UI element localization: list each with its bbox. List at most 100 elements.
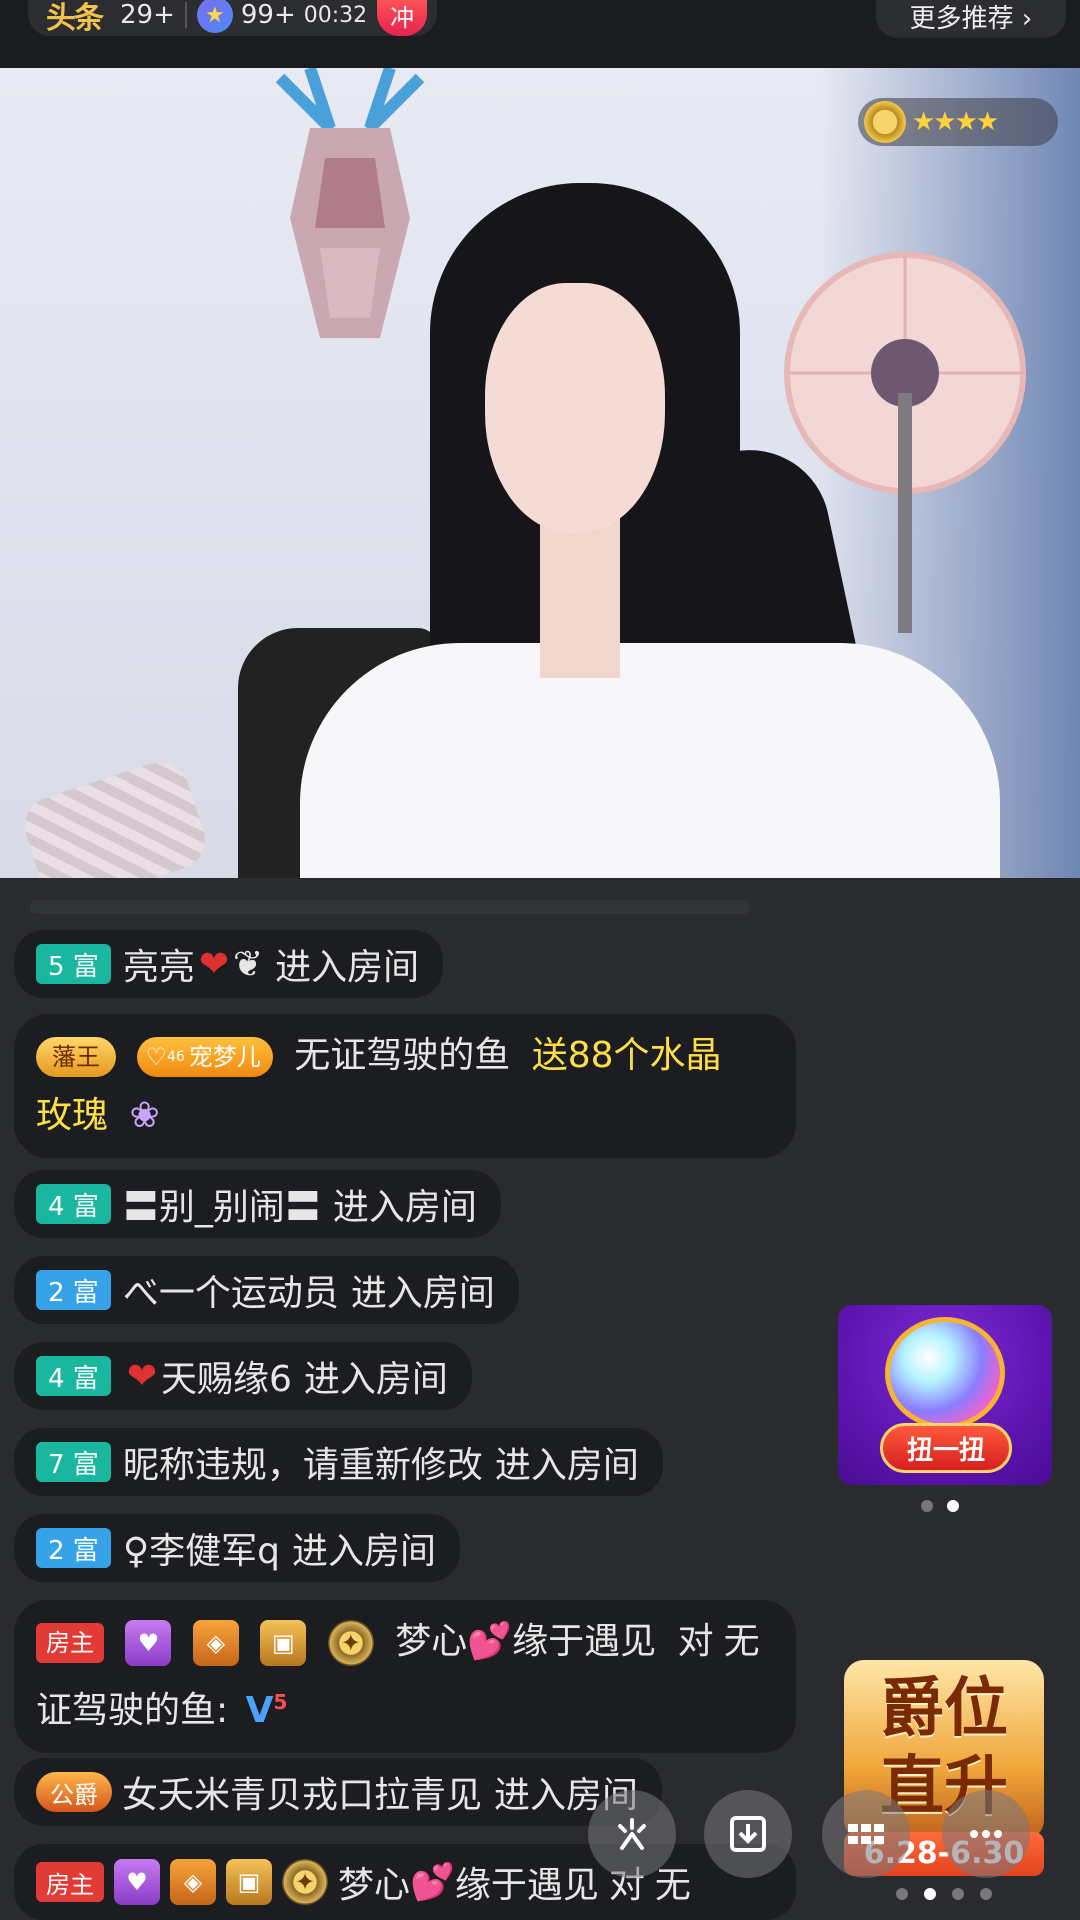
enter-room-text: 进入房间: [332, 1187, 477, 1228]
countdown-timer: 00:32: [303, 2, 368, 28]
medal-icon: [864, 101, 906, 143]
pager-dot-active[interactable]: [947, 1500, 959, 1512]
download-icon-glyph: [730, 1816, 766, 1852]
download-icon[interactable]: [704, 1790, 792, 1878]
fan-club-badge: ♡ 46 宠梦儿: [137, 1037, 273, 1077]
wealth-level-badge: 5 富: [36, 944, 111, 984]
grid-icon-glyph: [848, 1824, 884, 1844]
chat-message[interactable]: 4 富 ❤ 天赐缘6 进入房间: [14, 1342, 472, 1410]
enter-room-text: 进入房间: [292, 1531, 437, 1572]
chat-username[interactable]: 天赐缘6: [161, 1350, 292, 1402]
rank-widget-pager: [896, 1888, 992, 1900]
gashapon-ball-icon: [885, 1317, 1005, 1429]
more-icon-glyph: [970, 1830, 1002, 1838]
guardian-badge: ♥: [125, 1620, 172, 1666]
heart-icon: ❤: [126, 1355, 157, 1397]
widget-pager: [921, 1500, 959, 1512]
grid-icon[interactable]: [822, 1790, 910, 1878]
chat-fade-row: [30, 900, 750, 914]
deer-head-decoration: [275, 68, 425, 338]
rush-badge[interactable]: 冲: [377, 0, 428, 36]
message-text: 证驾驶的鱼:: [36, 1690, 229, 1731]
chat-username[interactable]: 梦心: [395, 1621, 467, 1662]
streamer-neck: [540, 508, 620, 678]
chat-username[interactable]: 无证驾驶的鱼: [294, 1035, 510, 1076]
host-badge: 房主: [36, 1862, 104, 1902]
chat-username-part[interactable]: 缘于遇见: [455, 1856, 599, 1908]
enter-room-text: 进入房间: [275, 947, 420, 988]
chat-username[interactable]: 女夭米青贝戎口拉青见: [122, 1766, 482, 1818]
sparkle-icon-glyph: [618, 1818, 646, 1850]
enter-room-text: 进入房间: [494, 1445, 639, 1486]
gift-text: 送88个水晶: [531, 1035, 722, 1076]
fan-level: 46: [166, 1049, 185, 1065]
wealth-level-badge: 4 富: [36, 1356, 111, 1396]
medal-icon: ✦: [327, 1620, 374, 1666]
wealth-level-badge: 7 富: [36, 1442, 111, 1482]
spin-button[interactable]: 扭一扭: [880, 1423, 1012, 1473]
chat-username-part[interactable]: 缘于遇见: [512, 1621, 656, 1662]
double-heart-icon: 💕: [410, 1862, 455, 1903]
sparkle-icon[interactable]: [588, 1790, 676, 1878]
pager-dot[interactable]: [980, 1888, 992, 1900]
fan-club-name: 宠梦儿: [188, 1043, 261, 1071]
chat-message[interactable]: 房主 ♥ ◈ ▣ ✦ 梦心💕缘于遇见 对无 证驾驶的鱼: V5: [14, 1600, 796, 1753]
message-text: 无: [723, 1621, 760, 1662]
chat-message[interactable]: 公爵 女夭米青贝戎口拉青见 进入房间: [14, 1758, 663, 1826]
to-text: 对: [677, 1621, 714, 1662]
shield-badge: ◈: [192, 1620, 239, 1666]
rank-title-line1: 爵位: [880, 1672, 1008, 1746]
more-recommend-button[interactable]: 更多推荐 ›: [876, 0, 1066, 38]
headline-logo: 头条: [46, 1, 104, 36]
pager-dot-active[interactable]: [924, 1888, 936, 1900]
chat-message[interactable]: 2 富 ♀李健军q 进入房间: [14, 1514, 461, 1582]
heart-icon: ♡: [145, 1043, 167, 1071]
pillow: [17, 754, 213, 878]
headline-count: 29+: [120, 0, 175, 30]
enter-room-text: 进入房间: [303, 1359, 448, 1400]
chat-username[interactable]: 亮亮: [123, 938, 195, 990]
chat-username[interactable]: べ一个运动员: [123, 1264, 339, 1316]
anchor-level-badge[interactable]: ★★★★: [858, 98, 1058, 146]
divider: [184, 2, 187, 28]
top-bar: 头条 29+ ★ 99+ 00:32 冲 更多推荐 ›: [0, 0, 1080, 68]
pager-dot[interactable]: [952, 1888, 964, 1900]
gift-name: 玫瑰: [36, 1095, 109, 1136]
live-video[interactable]: ★★★★: [0, 68, 1080, 878]
chat-message[interactable]: 藩王 ♡ 46 宠梦儿 无证驾驶的鱼 送88个水晶 玫瑰 ❀: [14, 1014, 796, 1158]
double-heart-icon: 💕: [467, 1621, 513, 1662]
chat-username[interactable]: 梦心: [338, 1856, 410, 1908]
chat-username[interactable]: 〓别_别闹〓: [123, 1178, 321, 1230]
noble-badge: 藩王: [36, 1037, 116, 1077]
gashapon-widget[interactable]: 扭一扭: [838, 1305, 1052, 1485]
guardian-badge: ♥: [114, 1859, 160, 1905]
medal-icon: ✦: [282, 1859, 328, 1905]
chat-username[interactable]: ♀李健军q: [123, 1522, 280, 1574]
chat-message[interactable]: 2 富 べ一个运动员 进入房间: [14, 1256, 519, 1324]
star-icon: ★: [196, 0, 233, 33]
duke-badge: 公爵: [36, 1772, 112, 1812]
wealth-level-badge: 2 富: [36, 1270, 111, 1310]
star-count: 99+: [240, 0, 296, 30]
shield-badge: ◈: [170, 1859, 216, 1905]
chat-message[interactable]: 4 富 〓别_别闹〓 进入房间: [14, 1170, 501, 1238]
streamer-face: [485, 283, 665, 533]
host-badge: 房主: [36, 1623, 104, 1663]
chat-message[interactable]: 房主 ♥ ◈ ▣ ✦ 梦心 💕 缘于遇见 对无: [14, 1844, 796, 1920]
room-stats[interactable]: 头条 29+ ★ 99+ 00:32 冲: [28, 0, 438, 36]
treasure-badge: ▣: [226, 1859, 272, 1905]
treasure-badge: ▣: [260, 1620, 307, 1666]
wealth-level-badge: 4 富: [36, 1184, 111, 1224]
chat-username[interactable]: 昵称违规，请重新修改: [123, 1436, 483, 1488]
enter-room-text: 进入房间: [350, 1273, 495, 1314]
chat-message[interactable]: 7 富 昵称违规，请重新修改 进入房间: [14, 1428, 663, 1496]
pager-dot[interactable]: [921, 1500, 933, 1512]
wealth-level-badge: 2 富: [36, 1528, 111, 1568]
chat-message[interactable]: 5 富 亮亮 ❤ ❦ 进入房间: [14, 930, 444, 998]
pager-dot[interactable]: [896, 1888, 908, 1900]
rating-stars: ★★★★: [912, 107, 999, 137]
user-decoration: ❦: [233, 943, 264, 985]
crystal-rose-icon: ❀: [129, 1095, 160, 1136]
more-icon[interactable]: [942, 1790, 1030, 1878]
rank-v-icon: V5: [245, 1690, 288, 1731]
